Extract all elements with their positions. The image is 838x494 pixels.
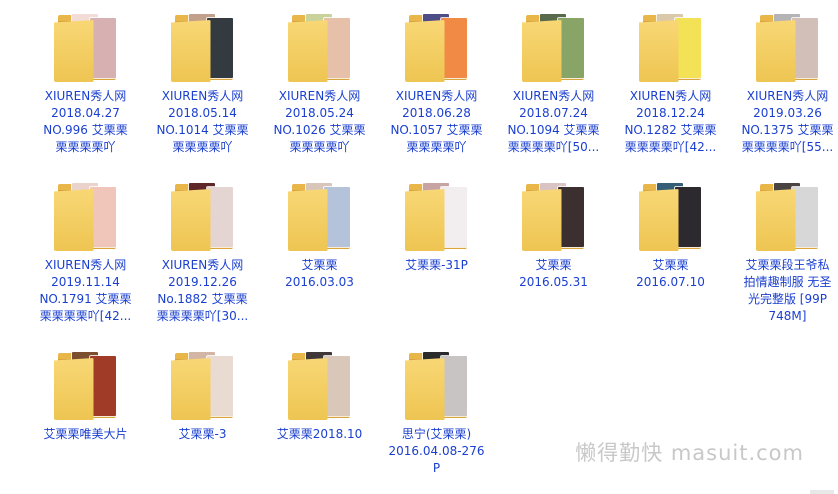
folder-icon xyxy=(170,14,235,82)
folder-front xyxy=(53,20,94,82)
folder-item[interactable]: XIUREN秀人网 2019.03.26 NO.1375 艾栗栗 栗栗栗栗吖[55..… xyxy=(729,14,838,156)
folder-label: 艾栗栗 2016.03.03 xyxy=(285,258,354,289)
folder-item[interactable]: XIUREN秀人网 2018.04.27 NO.996 艾栗栗 栗栗栗栗吖 xyxy=(27,14,144,156)
folder-front xyxy=(638,189,679,251)
folder-item[interactable]: 艾栗栗-3 xyxy=(144,352,261,443)
folder-front xyxy=(404,20,445,82)
folder-label: 艾栗栗-3 xyxy=(178,427,227,441)
folder-label: XIUREN秀人网 2018.07.24 NO.1094 艾栗栗 栗栗栗栗吖[50..… xyxy=(507,89,600,154)
folder-icon xyxy=(404,14,469,82)
folder-icon xyxy=(53,14,118,82)
folder-icon xyxy=(287,352,352,420)
folder-label: 艾栗栗-31P xyxy=(405,258,468,272)
page-corner xyxy=(810,490,834,494)
folder-label: 思宁(艾栗栗) 2016.04.08-276 P xyxy=(388,427,485,475)
folder-front xyxy=(404,189,445,251)
folder-front xyxy=(170,20,211,82)
folder-front xyxy=(53,189,94,251)
folder-label: XIUREN秀人网 2019.12.26 No.1882 艾栗栗 栗栗栗栗吖[30..… xyxy=(156,258,249,323)
folder-icon xyxy=(755,14,820,82)
folder-item[interactable]: 艾栗栗2018.10 xyxy=(261,352,378,443)
folder-icon xyxy=(170,352,235,420)
folder-label: 艾栗栗段王爷私 拍情趣制服 无圣 光完整版 [99P 748M] xyxy=(743,258,832,323)
folder-label: XIUREN秀人网 2018.06.28 NO.1057 艾栗栗 栗栗栗栗吖 xyxy=(390,89,483,154)
folder-icon xyxy=(53,183,118,251)
folder-front xyxy=(170,358,211,420)
folder-item[interactable]: 艾栗栗 2016.03.03 xyxy=(261,183,378,291)
folder-icon xyxy=(53,352,118,420)
folder-item[interactable]: 艾栗栗唯美大片 xyxy=(27,352,144,443)
folder-label: 艾栗栗 2016.05.31 xyxy=(519,258,588,289)
folder-icon xyxy=(755,183,820,251)
folder-icon xyxy=(638,14,703,82)
folder-front xyxy=(521,189,562,251)
folder-icon xyxy=(404,352,469,420)
folder-front xyxy=(638,20,679,82)
folder-item[interactable]: 艾栗栗段王爷私 拍情趣制服 无圣 光完整版 [99P 748M] xyxy=(729,183,838,325)
folder-front xyxy=(521,20,562,82)
folder-icon xyxy=(287,14,352,82)
folder-label: XIUREN秀人网 2019.03.26 NO.1375 艾栗栗 栗栗栗栗吖[55..… xyxy=(741,89,834,154)
folder-item[interactable]: XIUREN秀人网 2018.06.28 NO.1057 艾栗栗 栗栗栗栗吖 xyxy=(378,14,495,156)
folder-label: 艾栗栗唯美大片 xyxy=(43,427,128,441)
folder-front xyxy=(755,20,796,82)
folder-label: 艾栗栗 2016.07.10 xyxy=(636,258,705,289)
folder-label: XIUREN秀人网 2018.05.14 NO.1014 艾栗栗 栗栗栗栗吖 xyxy=(156,89,249,154)
folder-label: XIUREN秀人网 2018.05.24 NO.1026 艾栗栗 栗栗栗栗吖 xyxy=(273,89,366,154)
folder-front xyxy=(404,358,445,420)
folder-icon xyxy=(404,183,469,251)
folder-item[interactable]: 思宁(艾栗栗) 2016.04.08-276 P xyxy=(378,352,495,477)
folder-grid: XIUREN秀人网 2018.04.27 NO.996 艾栗栗 栗栗栗栗吖 XIUREN… xyxy=(0,0,838,494)
folder-front xyxy=(287,20,328,82)
folder-front xyxy=(53,358,94,420)
folder-item[interactable]: 艾栗栗-31P xyxy=(378,183,495,274)
folder-icon xyxy=(287,183,352,251)
watermark: 懒得勤快 masuit.com xyxy=(575,441,804,465)
folder-icon xyxy=(170,183,235,251)
folder-item[interactable]: XIUREN秀人网 2018.12.24 NO.1282 艾栗栗 栗栗栗栗吖[42..… xyxy=(612,14,729,156)
folder-label: XIUREN秀人网 2018.04.27 NO.996 艾栗栗 栗栗栗栗吖 xyxy=(43,89,128,154)
folder-label: XIUREN秀人网 2019.11.14 NO.1791 艾栗栗 栗栗栗栗吖[42..… xyxy=(39,258,132,323)
folder-front xyxy=(755,189,796,251)
folder-front xyxy=(287,358,328,420)
folder-icon xyxy=(521,183,586,251)
folder-item[interactable]: XIUREN秀人网 2018.05.14 NO.1014 艾栗栗 栗栗栗栗吖 xyxy=(144,14,261,156)
folder-item[interactable]: XIUREN秀人网 2019.12.26 No.1882 艾栗栗 栗栗栗栗吖[30..… xyxy=(144,183,261,325)
folder-item[interactable]: 艾栗栗 2016.05.31 xyxy=(495,183,612,291)
folder-front xyxy=(170,189,211,251)
folder-front xyxy=(287,189,328,251)
folder-item[interactable]: XIUREN秀人网 2018.07.24 NO.1094 艾栗栗 栗栗栗栗吖[50..… xyxy=(495,14,612,156)
folder-label: XIUREN秀人网 2018.12.24 NO.1282 艾栗栗 栗栗栗栗吖[42..… xyxy=(624,89,717,154)
folder-item[interactable]: XIUREN秀人网 2018.05.24 NO.1026 艾栗栗 栗栗栗栗吖 xyxy=(261,14,378,156)
folder-icon xyxy=(638,183,703,251)
folder-label: 艾栗栗2018.10 xyxy=(276,427,363,441)
folder-item[interactable]: XIUREN秀人网 2019.11.14 NO.1791 艾栗栗 栗栗栗栗吖[42..… xyxy=(27,183,144,325)
folder-icon xyxy=(521,14,586,82)
folder-item[interactable]: 艾栗栗 2016.07.10 xyxy=(612,183,729,291)
